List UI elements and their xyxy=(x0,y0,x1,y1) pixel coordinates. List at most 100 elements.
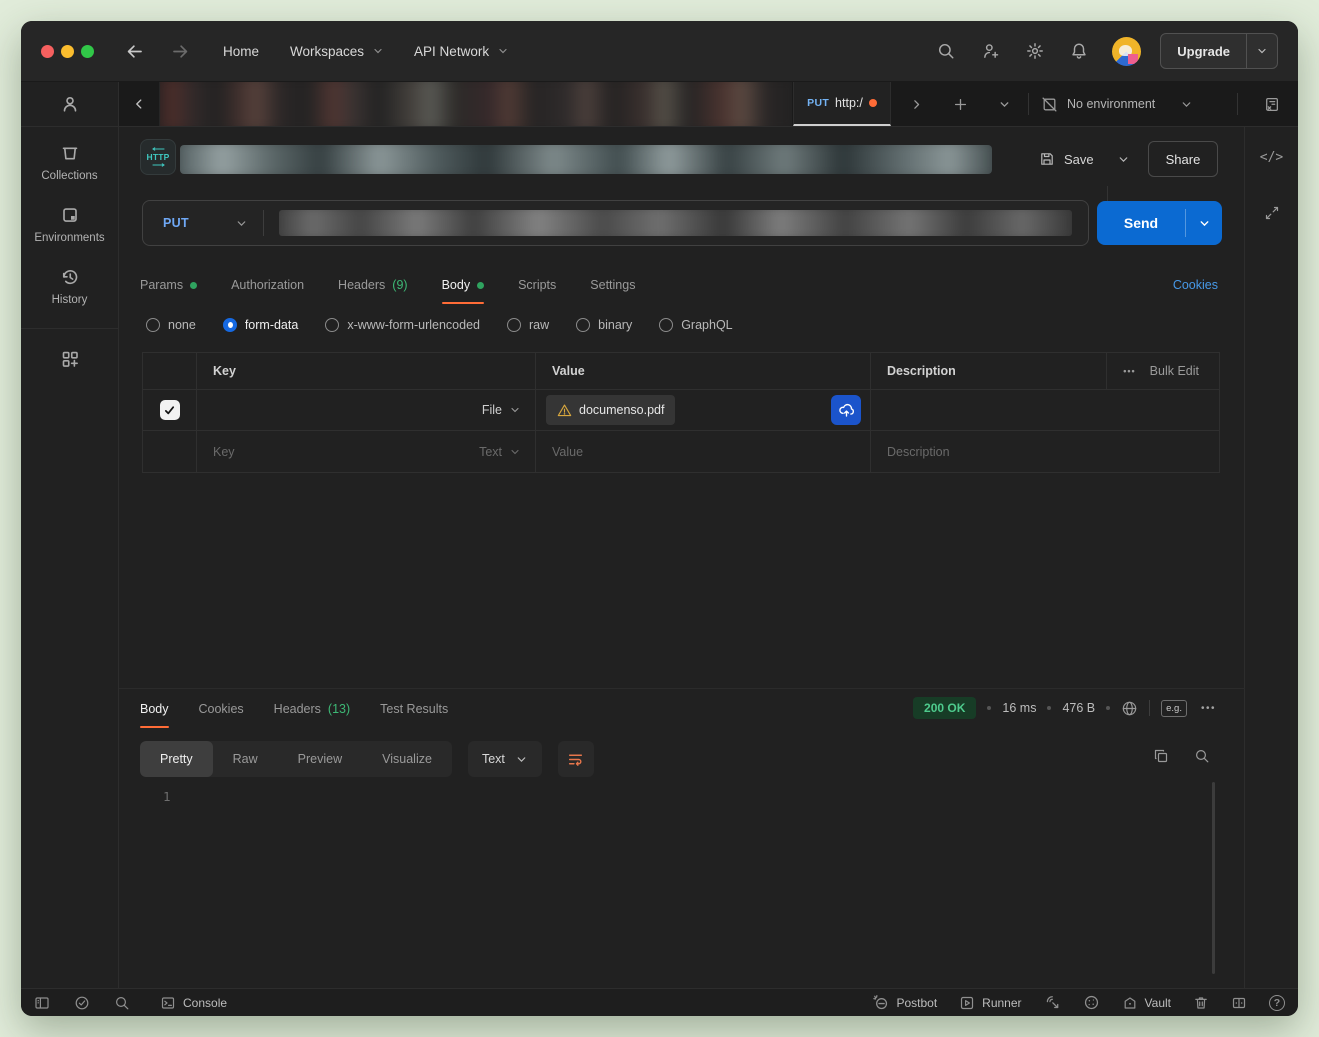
placeholder-type-dropdown[interactable]: Text xyxy=(479,445,535,459)
nav-api-network[interactable]: API Network xyxy=(414,44,509,59)
key-type-dropdown[interactable]: File xyxy=(482,403,535,417)
response-tab-body[interactable]: Body xyxy=(140,692,169,726)
cookies-icon[interactable] xyxy=(1083,994,1100,1011)
response-more-options-icon[interactable]: ••• xyxy=(1201,703,1216,714)
description-placeholder: Description xyxy=(887,445,950,459)
response-body-editor[interactable]: 1 xyxy=(119,782,1245,988)
upgrade-chevron-icon[interactable] xyxy=(1247,45,1277,57)
status-badge[interactable]: 200 OK xyxy=(913,697,976,719)
capture-requests-icon[interactable] xyxy=(1044,994,1061,1011)
response-time[interactable]: 16 ms xyxy=(1002,701,1036,715)
radio-none[interactable]: none xyxy=(146,318,196,332)
save-options-chevron[interactable] xyxy=(1117,153,1130,166)
url-input-blurred[interactable] xyxy=(279,210,1072,236)
postbot-button[interactable]: Postbot xyxy=(872,994,937,1011)
tab-body[interactable]: Body xyxy=(442,268,485,302)
row-value-cell[interactable]: documenso.pdf xyxy=(536,390,871,431)
send-button[interactable]: Send xyxy=(1097,201,1222,245)
editor-scrollbar[interactable] xyxy=(1212,782,1215,974)
notifications-bell-icon[interactable] xyxy=(1070,42,1088,60)
upload-file-button[interactable] xyxy=(831,395,861,425)
toggle-sidebar-icon[interactable] xyxy=(34,995,50,1011)
radio-graphql[interactable]: GraphQL xyxy=(659,318,732,332)
send-options-chevron[interactable] xyxy=(1186,201,1222,245)
back-arrow-icon[interactable] xyxy=(125,42,144,61)
trash-icon[interactable] xyxy=(1193,995,1209,1011)
split-pane-icon[interactable] xyxy=(1231,995,1247,1011)
new-tab-button[interactable] xyxy=(947,82,973,126)
placeholder-key-cell[interactable]: Key Text xyxy=(197,431,536,472)
expand-response-icon[interactable] xyxy=(1264,205,1280,221)
share-button[interactable]: Share xyxy=(1148,141,1218,177)
radio-x-www-form-urlencoded[interactable]: x-www-form-urlencoded xyxy=(325,318,480,332)
request-name-blurred[interactable] xyxy=(180,145,992,174)
placeholder-value-cell[interactable]: Value xyxy=(536,431,871,472)
file-value-chip[interactable]: documenso.pdf xyxy=(546,395,675,425)
save-button[interactable]: Save xyxy=(1031,142,1102,176)
method-chevron-icon[interactable] xyxy=(235,217,248,230)
scroll-tabs-right-button[interactable] xyxy=(903,82,929,126)
method-selector[interactable]: PUT xyxy=(163,216,189,230)
vault-button[interactable]: Vault xyxy=(1122,995,1171,1011)
view-pretty[interactable]: Pretty xyxy=(140,741,213,777)
response-tab-test-results[interactable]: Test Results xyxy=(380,692,448,726)
save-as-example-icon[interactable]: e.g. xyxy=(1161,700,1187,717)
search-statusbar-icon[interactable] xyxy=(114,995,130,1011)
radio-binary[interactable]: binary xyxy=(576,318,632,332)
scroll-tabs-left-button[interactable] xyxy=(119,82,160,126)
radio-raw[interactable]: raw xyxy=(507,318,549,332)
radio-form-data[interactable]: form-data xyxy=(223,318,299,332)
view-preview[interactable]: Preview xyxy=(278,741,362,777)
sidebar-item-environments[interactable]: Environments xyxy=(34,205,104,244)
nav-workspaces[interactable]: Workspaces xyxy=(290,44,384,59)
sidebar-item-history[interactable]: History xyxy=(52,267,88,306)
help-icon[interactable]: ? xyxy=(1269,995,1285,1011)
invite-user-icon[interactable] xyxy=(982,42,1000,60)
tab-options-button[interactable] xyxy=(991,82,1017,126)
sidebar-item-collections[interactable]: Collections xyxy=(41,143,97,182)
user-avatar[interactable] xyxy=(1112,37,1141,66)
view-visualize[interactable]: Visualize xyxy=(362,741,452,777)
environment-quick-look-icon[interactable] xyxy=(1258,82,1284,126)
copy-response-icon[interactable] xyxy=(1153,748,1169,764)
settings-gear-icon[interactable] xyxy=(1026,42,1044,60)
nav-home[interactable]: Home xyxy=(223,44,259,59)
tab-headers[interactable]: Headers(9) xyxy=(338,268,408,302)
response-divider[interactable] xyxy=(119,688,1245,689)
code-snippet-icon[interactable]: </> xyxy=(1260,150,1283,165)
wrap-lines-button[interactable] xyxy=(558,741,594,777)
radio-circle xyxy=(325,318,339,332)
tab-params[interactable]: Params xyxy=(140,268,197,302)
network-globe-icon[interactable] xyxy=(1121,700,1138,717)
forward-arrow-icon[interactable] xyxy=(171,42,190,61)
row-description-cell[interactable] xyxy=(871,390,1219,431)
row-key-cell[interactable]: File xyxy=(197,390,536,431)
minimize-window-button[interactable] xyxy=(61,45,74,58)
sidebar-item-user[interactable] xyxy=(60,94,80,114)
search-icon[interactable] xyxy=(937,42,955,60)
tab-settings[interactable]: Settings xyxy=(590,268,635,302)
search-response-icon[interactable] xyxy=(1194,748,1210,764)
tab-list-blurred[interactable] xyxy=(160,82,792,126)
placeholder-description-cell[interactable]: Description xyxy=(871,431,1219,472)
console-button[interactable]: Console xyxy=(160,995,227,1011)
response-size[interactable]: 476 B xyxy=(1062,701,1095,715)
row-checkbox-checked[interactable] xyxy=(160,400,180,420)
bulk-edit-button[interactable]: Bulk Edit xyxy=(1150,364,1199,378)
response-tab-cookies[interactable]: Cookies xyxy=(199,692,244,726)
tab-authorization[interactable]: Authorization xyxy=(231,268,304,302)
close-window-button[interactable] xyxy=(41,45,54,58)
runner-button[interactable]: Runner xyxy=(959,995,1021,1011)
maximize-window-button[interactable] xyxy=(81,45,94,58)
tab-scripts[interactable]: Scripts xyxy=(518,268,556,302)
more-options-icon[interactable]: ••• xyxy=(1123,366,1135,376)
sidebar-item-more-tools[interactable] xyxy=(60,349,80,369)
view-raw[interactable]: Raw xyxy=(213,741,278,777)
response-tab-headers[interactable]: Headers(13) xyxy=(274,692,350,726)
language-dropdown[interactable]: Text xyxy=(468,741,542,777)
cookies-link[interactable]: Cookies xyxy=(1173,278,1218,292)
active-request-tab[interactable]: PUT http:/ xyxy=(793,82,891,126)
find-replace-check-icon[interactable] xyxy=(74,995,90,1011)
environment-selector[interactable]: No environment xyxy=(1041,82,1193,126)
upgrade-button[interactable]: Upgrade xyxy=(1160,33,1278,69)
